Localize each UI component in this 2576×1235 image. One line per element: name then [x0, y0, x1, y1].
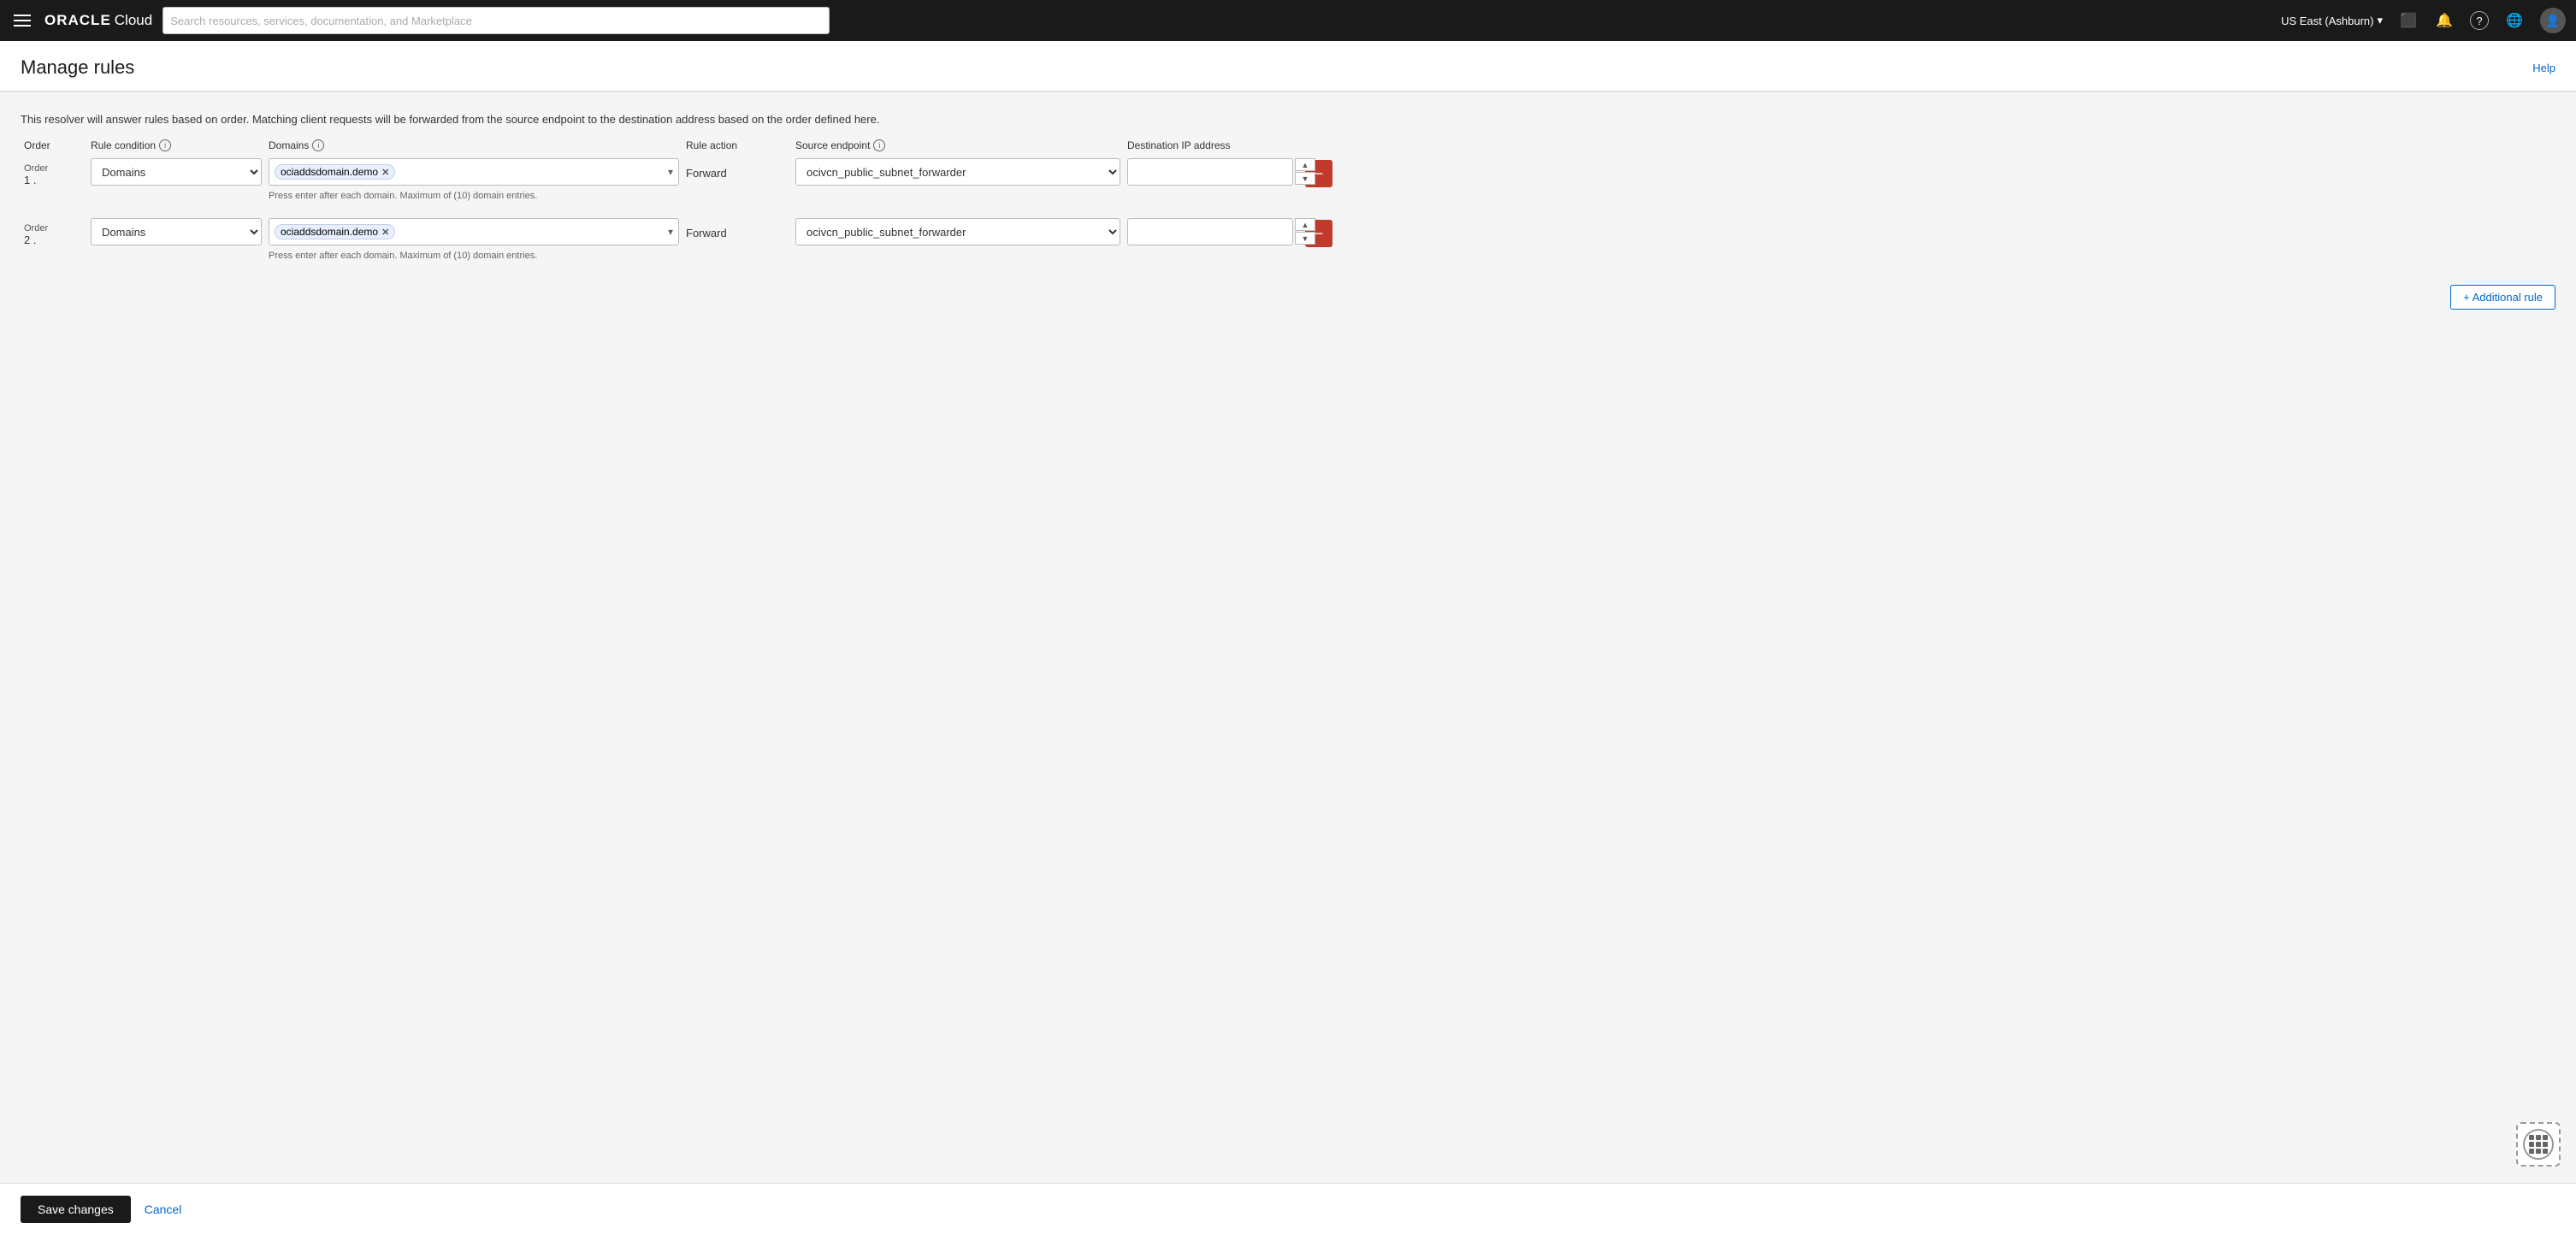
cloud-text: Cloud	[115, 12, 152, 29]
help-dot	[2536, 1135, 2541, 1140]
user-avatar[interactable]: 👤	[2540, 8, 2566, 33]
remove-tag-icon-2[interactable]: ✕	[381, 227, 389, 238]
region-label: US East (Ashburn)	[2281, 15, 2373, 27]
rule-condition-cell-2: Domains	[91, 218, 262, 245]
oracle-text: ORACLE	[44, 12, 111, 29]
order-cell-1: Order 1 .	[24, 158, 84, 186]
order-num-2: 2 .	[24, 233, 36, 246]
rule-action-value-1: Forward	[686, 167, 789, 180]
domain-dropdown-arrow-1[interactable]: ▾	[668, 166, 673, 178]
table-row: Order 1 . Domains ociaddsdomain.demo ✕ ▾…	[21, 155, 2555, 204]
dest-ip-with-arrows-1: 10.2.0.6 ▲ ▼	[1127, 158, 1298, 186]
cancel-button[interactable]: Cancel	[145, 1202, 182, 1216]
domains-cell-1: ociaddsdomain.demo ✕ ▾ Press enter after…	[269, 158, 679, 201]
bell-icon[interactable]: 🔔	[2434, 10, 2455, 31]
order-label-2: Order	[24, 223, 48, 233]
order-cell-2: Order 2 .	[24, 218, 84, 246]
help-dot	[2543, 1135, 2548, 1140]
remove-tag-icon-1[interactable]: ✕	[381, 167, 389, 178]
help-dot	[2536, 1149, 2541, 1154]
main-content: This resolver will answer rules based on…	[0, 92, 2576, 1183]
source-endpoint-cell-2: ocivcn_public_subnet_forwarder	[795, 218, 1120, 245]
help-dot	[2529, 1142, 2534, 1147]
action-col-1: −	[1305, 158, 1374, 187]
domain-tag-2: ociaddsdomain.demo ✕	[275, 224, 395, 239]
page-title: Manage rules	[21, 56, 134, 79]
topnav-right: US East (Ashburn) ▾ ⬛ 🔔 ? 🌐 👤	[2281, 8, 2566, 33]
domain-hint-2: Press enter after each domain. Maximum o…	[269, 251, 679, 261]
add-rule-button[interactable]: + Additional rule	[2450, 285, 2555, 310]
help-widget[interactable]	[2516, 1122, 2561, 1167]
col-rule-action: Rule action	[686, 139, 789, 151]
globe-icon[interactable]: 🌐	[2504, 10, 2525, 31]
col-order: Order	[24, 139, 84, 151]
dest-ip-with-arrows-2: 10.2.0.4 ▲ ▼	[1127, 218, 1298, 245]
hamburger-menu[interactable]	[10, 11, 34, 30]
order-label-1: Order	[24, 163, 48, 174]
arrow-up-1[interactable]: ▲	[1295, 158, 1315, 171]
rule-action-cell-1: Forward	[686, 158, 789, 180]
help-widget-inner	[2523, 1129, 2554, 1160]
rule-action-value-2: Forward	[686, 227, 789, 239]
domain-tag-input-2[interactable]: ociaddsdomain.demo ✕ ▾	[269, 218, 679, 245]
help-icon[interactable]: ?	[2470, 11, 2489, 30]
help-widget-grid	[2529, 1135, 2548, 1154]
page-header: Manage rules Help	[0, 41, 2576, 92]
source-endpoint-cell-1: ocivcn_public_subnet_forwarder	[795, 158, 1120, 186]
order-num-1: 1 .	[24, 174, 36, 186]
help-dot	[2543, 1142, 2548, 1147]
domain-dropdown-arrow-2[interactable]: ▾	[668, 226, 673, 238]
domain-tag-1: ociaddsdomain.demo ✕	[275, 164, 395, 180]
page-footer: Save changes Cancel	[0, 1183, 2576, 1235]
help-dot	[2529, 1149, 2534, 1154]
arrow-buttons-2: ▲ ▼	[1295, 218, 1315, 245]
oracle-logo: ORACLE Cloud	[44, 12, 152, 29]
help-dot	[2529, 1135, 2534, 1140]
rule-condition-info-icon[interactable]: i	[159, 139, 171, 151]
domain-hint-1: Press enter after each domain. Maximum o…	[269, 191, 679, 201]
rule-action-cell-2: Forward	[686, 218, 789, 239]
help-dot	[2536, 1142, 2541, 1147]
save-changes-button[interactable]: Save changes	[21, 1196, 131, 1223]
source-endpoint-select-2[interactable]: ocivcn_public_subnet_forwarder	[795, 218, 1120, 245]
dest-ip-cell-2: 10.2.0.4 ▲ ▼	[1127, 218, 1298, 245]
rule-condition-select-1[interactable]: Domains	[91, 158, 262, 186]
arrow-up-2[interactable]: ▲	[1295, 218, 1315, 231]
terminal-icon[interactable]: ⬛	[2398, 10, 2419, 31]
arrow-buttons-1: ▲ ▼	[1295, 158, 1315, 186]
source-endpoint-select-1[interactable]: ocivcn_public_subnet_forwarder	[795, 158, 1120, 186]
rule-condition-cell-1: Domains	[91, 158, 262, 186]
source-endpoint-info-icon[interactable]: i	[873, 139, 885, 151]
search-input[interactable]	[162, 7, 830, 34]
domain-tag-input-1[interactable]: ociaddsdomain.demo ✕ ▾	[269, 158, 679, 186]
rules-column-headers: Order Rule condition i Domains i Rule ac…	[21, 139, 2555, 151]
col-rule-condition: Rule condition i	[91, 139, 262, 151]
region-selector[interactable]: US East (Ashburn) ▾	[2281, 14, 2383, 27]
rule-condition-select-2[interactable]: Domains	[91, 218, 262, 245]
domains-cell-2: ociaddsdomain.demo ✕ ▾ Press enter after…	[269, 218, 679, 261]
top-navigation: ORACLE Cloud US East (Ashburn) ▾ ⬛ 🔔 ? 🌐…	[0, 0, 2576, 41]
arrow-down-1[interactable]: ▼	[1295, 172, 1315, 185]
help-link[interactable]: Help	[2532, 62, 2555, 74]
dest-ip-input-1[interactable]: 10.2.0.6	[1127, 158, 1293, 186]
arrow-down-2[interactable]: ▼	[1295, 232, 1315, 245]
col-domains: Domains i	[269, 139, 679, 151]
dest-ip-input-2[interactable]: 10.2.0.4	[1127, 218, 1293, 245]
action-col-2: −	[1305, 218, 1374, 247]
chevron-down-icon: ▾	[2377, 14, 2383, 27]
table-row: Order 2 . Domains ociaddsdomain.demo ✕ ▾…	[21, 215, 2555, 264]
col-source-endpoint: Source endpoint i	[795, 139, 1120, 151]
col-destination-ip: Destination IP address	[1127, 139, 1298, 151]
search-container	[162, 7, 830, 34]
dest-ip-cell-1: 10.2.0.6 ▲ ▼	[1127, 158, 1298, 186]
help-dot	[2543, 1149, 2548, 1154]
domains-info-icon[interactable]: i	[312, 139, 324, 151]
description-text: This resolver will answer rules based on…	[21, 113, 2555, 126]
